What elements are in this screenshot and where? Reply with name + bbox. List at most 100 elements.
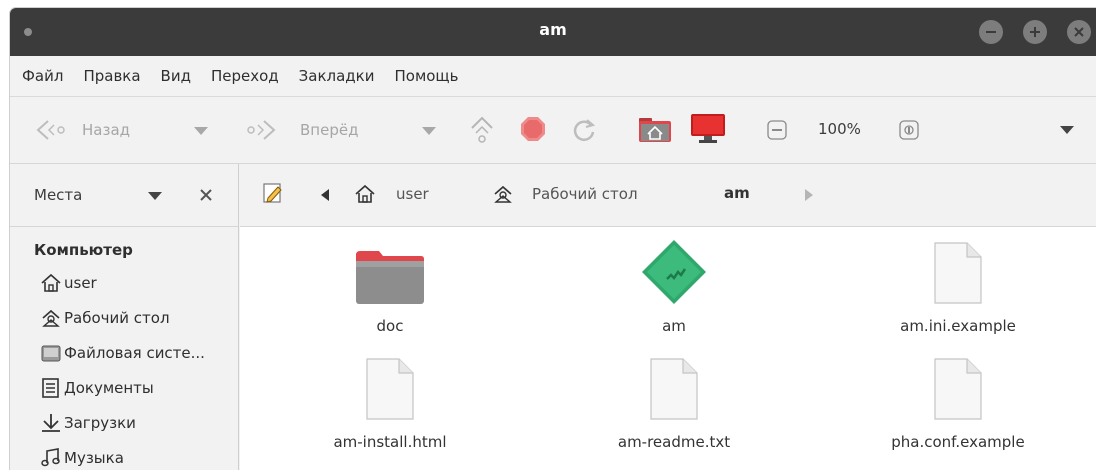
sidebar: Места Компьютер user Рабочий стол Файлов… [10, 164, 239, 470]
desktop-icon [494, 185, 512, 203]
desktop-icon [42, 309, 60, 327]
text-file-icon [934, 358, 982, 420]
downloads-icon [42, 413, 60, 432]
reload-icon [573, 119, 596, 141]
back-label: Назад [82, 121, 131, 139]
file-item-am-ini-example[interactable]: am.ini.example [838, 241, 1078, 335]
sidebar-section-computer: Компьютер [34, 241, 133, 259]
go-up-icon [471, 116, 493, 143]
menu-file[interactable]: Файл [22, 67, 63, 85]
menu-bookmarks[interactable]: Закладки [299, 67, 375, 85]
zoom-level: 100% [818, 120, 861, 138]
file-name: am.ini.example [900, 317, 1016, 335]
forward-history-dropdown[interactable] [422, 127, 436, 135]
executable-icon [642, 240, 706, 304]
home-icon [355, 184, 375, 203]
sidebar-item-label: Файловая систе... [64, 343, 205, 362]
text-file-icon [366, 358, 414, 420]
sidebar-item-label: Музыка [64, 448, 124, 467]
file-name: doc [376, 317, 404, 335]
sidebar-item-filesystem[interactable]: Файловая систе... [10, 335, 238, 370]
sidebar-item-music[interactable]: Музыка [10, 440, 238, 470]
text-file-icon [934, 242, 982, 304]
file-item-am-readme-txt[interactable]: am-readme.txt [554, 357, 794, 451]
file-manager-window: am Файл Правка Вид Переход Закладки Помо… [10, 8, 1096, 470]
zoom-in-icon [899, 120, 919, 140]
stop-icon [521, 117, 545, 141]
menu-view[interactable]: Вид [161, 67, 191, 85]
sidebar-item-desktop[interactable]: Рабочий стол [10, 300, 238, 335]
menu-edit[interactable]: Правка [83, 67, 140, 85]
sidebar-item-user[interactable]: user [10, 265, 238, 300]
chevron-down-icon [194, 127, 208, 135]
window-title: am [539, 20, 567, 39]
crumb-user[interactable]: user [354, 184, 429, 204]
up-button[interactable] [468, 114, 496, 144]
zoom-level-label: 100% [818, 120, 861, 138]
forward-button[interactable]: Вперёд [244, 118, 358, 142]
crumb-desktop[interactable]: Рабочий стол [492, 184, 638, 204]
path-back-button[interactable] [320, 188, 330, 202]
sidebar-item-label: Рабочий стол [64, 308, 170, 327]
back-button[interactable]: Назад [34, 118, 130, 142]
path-forward-button[interactable] [804, 188, 814, 202]
text-file-icon [650, 358, 698, 420]
toolbar-overflow-button[interactable] [1060, 126, 1074, 134]
chevron-right-icon [805, 189, 813, 201]
folder-icon [356, 251, 424, 304]
sidebar-item-label: Документы [64, 378, 154, 397]
file-item-doc[interactable]: doc [270, 241, 510, 335]
crumb-label: Рабочий стол [532, 185, 638, 203]
maximize-button[interactable] [1023, 20, 1047, 44]
file-name: am-readme.txt [617, 433, 731, 451]
computer-icon [691, 114, 725, 143]
crumb-label: user [396, 185, 429, 203]
maximize-icon [1030, 27, 1040, 37]
back-arrow-icon [36, 120, 65, 140]
sidebar-close-button[interactable] [199, 188, 213, 206]
file-name: pha.conf.example [891, 433, 1025, 451]
file-item-am[interactable]: am [554, 240, 794, 335]
toolbar: Назад Вперёд 100% [10, 97, 1096, 164]
file-item-pha-conf-example[interactable]: pha.conf.example [838, 357, 1078, 451]
sidebar-item-documents[interactable]: Документы [10, 370, 238, 405]
close-icon [200, 189, 212, 201]
reload-button[interactable] [570, 116, 598, 144]
sidebar-mode-dropdown[interactable] [148, 192, 162, 200]
menu-go[interactable]: Переход [211, 67, 279, 85]
toggle-location-button[interactable] [262, 182, 284, 204]
home-button[interactable] [638, 115, 672, 143]
minimize-icon [986, 31, 996, 33]
chevron-down-icon [1060, 126, 1074, 134]
menu-help[interactable]: Помощь [394, 67, 458, 85]
chevron-left-icon [321, 189, 329, 201]
zoom-out-icon [767, 120, 787, 140]
sidebar-item-label: Загрузки [64, 413, 136, 432]
close-button[interactable] [1067, 20, 1091, 44]
title-bar[interactable]: am [10, 8, 1096, 56]
file-item-am-install-html[interactable]: am-install.html [270, 357, 510, 451]
music-icon [41, 447, 60, 466]
crumb-am[interactable]: am [724, 184, 750, 202]
computer-button[interactable] [690, 113, 726, 145]
back-history-dropdown[interactable] [194, 127, 208, 135]
zoom-in-button[interactable] [899, 120, 919, 140]
documents-icon [42, 377, 59, 398]
menu-bar: Файл Правка Вид Переход Закладки Помощь [10, 56, 1096, 97]
forward-label: Вперёд [300, 121, 359, 139]
minimize-button[interactable] [979, 20, 1003, 44]
close-icon [1074, 27, 1084, 37]
zoom-out-button[interactable] [767, 120, 787, 140]
chevron-down-icon [422, 127, 436, 135]
sidebar-item-downloads[interactable]: Загрузки [10, 405, 238, 440]
sidebar-header: Места [10, 164, 238, 227]
stop-button[interactable] [520, 116, 546, 142]
file-name: am-install.html [333, 433, 447, 451]
filesystem-icon [41, 345, 61, 361]
sidebar-header-label[interactable]: Места [34, 186, 82, 204]
forward-arrow-icon [247, 120, 276, 140]
sidebar-item-label: user [64, 273, 97, 292]
chevron-down-icon [148, 192, 162, 200]
path-bar: user Рабочий стол am [240, 164, 1096, 227]
file-icon-view: doc am am.ini.example am-install.html am… [240, 227, 1096, 470]
